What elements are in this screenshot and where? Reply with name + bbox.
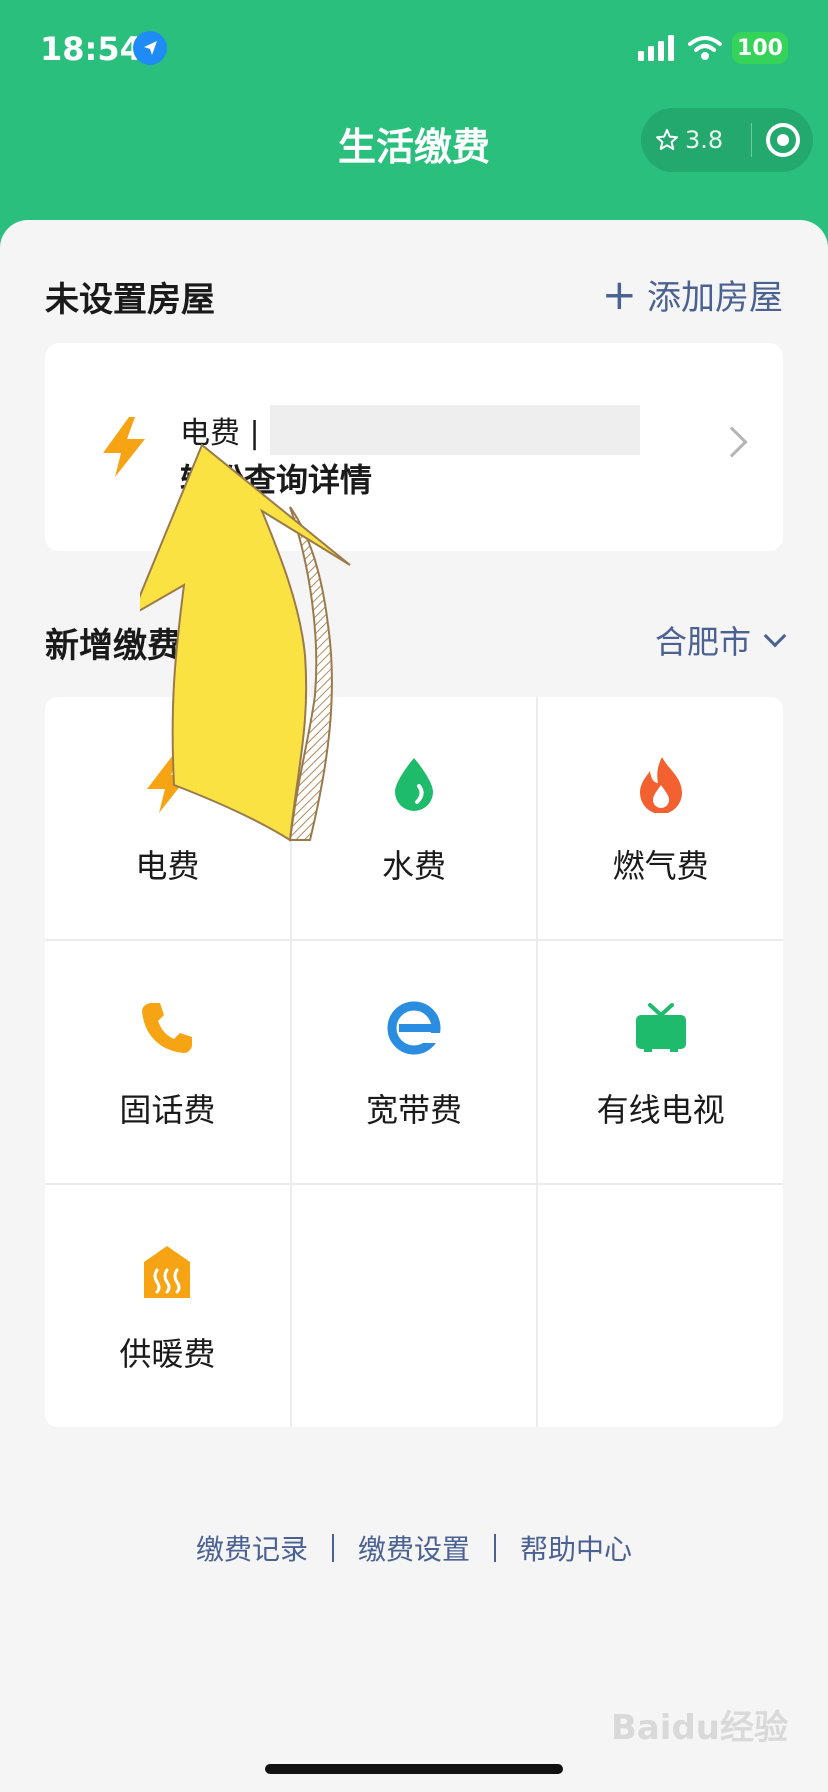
- empty-cell: [291, 1185, 537, 1427]
- battery-indicator: 100: [732, 32, 788, 64]
- service-label: 固话费: [119, 1091, 216, 1129]
- payment-records-link[interactable]: 缴费记录: [196, 1528, 308, 1568]
- footer-links: 缴费记录 缴费设置 帮助中心: [0, 1528, 828, 1568]
- add-house-button[interactable]: + 添加房屋: [602, 270, 783, 319]
- house-section-title: 未设置房屋: [45, 280, 215, 320]
- target-circle-icon: [765, 123, 800, 157]
- wifi-icon: [688, 36, 722, 60]
- service-label: 供暖费: [119, 1335, 216, 1373]
- payment-settings-link[interactable]: 缴费设置: [358, 1528, 470, 1568]
- browser-e-icon: [379, 993, 449, 1063]
- watermark: Baidu经验: [610, 1708, 788, 1748]
- service-cable-tv[interactable]: 有线电视: [538, 941, 783, 1183]
- service-broadband[interactable]: 宽带费: [291, 941, 537, 1183]
- footer-divider: [331, 1534, 334, 1562]
- chevron-down-icon: [763, 624, 787, 648]
- service-gas[interactable]: 燃气费: [538, 697, 783, 939]
- tv-icon: [626, 993, 696, 1063]
- plus-icon: +: [601, 269, 637, 319]
- service-label: 宽带费: [365, 1091, 462, 1129]
- rating-button[interactable]: 3.8: [641, 126, 751, 154]
- add-house-label: 添加房屋: [647, 278, 783, 318]
- service-heating[interactable]: 供暖费: [45, 1185, 290, 1427]
- flame-icon: [626, 749, 696, 819]
- city-selector[interactable]: 合肥市: [654, 617, 787, 663]
- annotation-arrow-icon: [140, 443, 351, 842]
- city-label: 合肥市: [654, 623, 751, 661]
- service-label: 燃气费: [612, 847, 709, 885]
- phone-icon: [132, 993, 202, 1063]
- footer-divider: [494, 1534, 496, 1562]
- location-arrow-icon: [133, 31, 167, 65]
- star-icon: [656, 129, 678, 150]
- signal-icon: [638, 35, 674, 61]
- rating-value: 3.8: [685, 126, 724, 154]
- close-program-button[interactable]: [752, 123, 813, 157]
- status-indicators: 100: [638, 32, 788, 64]
- help-center-link[interactable]: 帮助中心: [520, 1528, 632, 1568]
- mini-program-capsule: 3.8: [641, 108, 813, 172]
- home-indicator[interactable]: [265, 1764, 563, 1774]
- service-label: 有线电视: [596, 1091, 725, 1129]
- heating-house-icon: [132, 1237, 202, 1307]
- empty-cell: [538, 1185, 783, 1427]
- chevron-right-icon: [716, 426, 748, 458]
- status-time: 18:54: [40, 30, 142, 68]
- service-landline[interactable]: 固话费: [45, 941, 290, 1183]
